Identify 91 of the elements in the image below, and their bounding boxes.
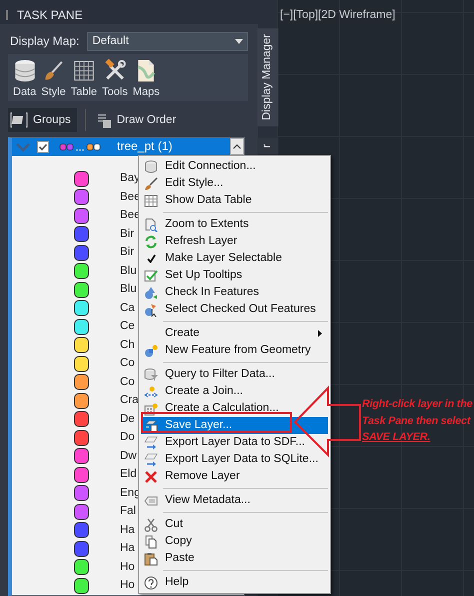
- database-icon: [144, 160, 158, 174]
- submenu-arrow-icon: [318, 330, 322, 337]
- style-label: Do: [120, 430, 135, 446]
- save-layer-icon: [144, 418, 158, 432]
- style-label: Ha: [120, 541, 135, 556]
- calculator-icon: [144, 402, 158, 416]
- zoom-extents-icon: [144, 218, 158, 232]
- export-icon: [144, 436, 158, 450]
- tool-button[interactable]: Tools: [102, 58, 128, 101]
- menu-item[interactable]: Create a Calculation...: [141, 400, 282, 417]
- menu-item[interactable]: Edit Style...: [141, 175, 226, 192]
- view-button[interactable]: Draw Order: [94, 108, 182, 132]
- menu-item[interactable]: Create: [141, 325, 328, 342]
- menu-item[interactable]: Make Layer Selectable: [141, 250, 285, 267]
- caret-up-icon: [233, 144, 241, 148]
- menu-item[interactable]: View Metadata...: [141, 492, 254, 509]
- filter-icon: [144, 368, 158, 382]
- tool-button[interactable]: Style: [41, 58, 66, 101]
- table-icon: [144, 194, 158, 208]
- display-map-dropdown[interactable]: Default: [87, 32, 248, 51]
- style-label: Ch: [120, 338, 135, 353]
- remove-icon: [144, 470, 158, 484]
- style-label: Bir: [120, 245, 134, 260]
- refresh-icon: [144, 234, 158, 248]
- tool-button[interactable]: Data: [13, 58, 36, 101]
- style-label: Co: [120, 356, 135, 372]
- menu-item[interactable]: Export Layer Data to SDF...: [141, 434, 308, 451]
- tools-icon: [104, 58, 126, 82]
- menu-item[interactable]: Set Up Tooltips: [141, 267, 246, 284]
- layer-name: tree_pt (1): [117, 140, 172, 153]
- menu-item[interactable]: Select Checked Out Features: [141, 301, 319, 318]
- menu-item[interactable]: Export Layer Data to SQLite...: [141, 451, 322, 468]
- pane-title: TASK PANE: [17, 7, 83, 24]
- checkbox-icon: [144, 268, 158, 282]
- legend-dots-icon: [59, 142, 103, 152]
- tool-button[interactable]: Maps: [132, 58, 160, 101]
- style-label: Bir: [120, 226, 134, 242]
- side-tab[interactable]: r: [256, 138, 278, 154]
- database-icon: [14, 58, 36, 82]
- table-icon: [72, 58, 95, 82]
- style-label: Fal: [120, 504, 136, 520]
- layer-row[interactable]: tree_pt (1): [12, 138, 244, 156]
- menu-item[interactable]: Refresh Layer: [141, 233, 240, 250]
- brush-icon: [144, 176, 158, 190]
- tool-button[interactable]: Table: [70, 58, 98, 101]
- check-in-icon: [144, 286, 158, 300]
- menu-item[interactable]: Zoom to Extents: [141, 216, 252, 233]
- join-icon: [144, 384, 158, 398]
- style-label: Co: [120, 374, 135, 390]
- menu-item[interactable]: Create a Join...: [141, 383, 246, 400]
- map-icon: [135, 58, 158, 82]
- annotation-note: Right-click layer in the Task Pane then select SAVE LAYER.: [362, 397, 474, 445]
- menu-item[interactable]: Query to Filter Data...: [141, 366, 278, 383]
- style-label: Blu: [120, 264, 137, 279]
- style-label: Ha: [120, 522, 135, 538]
- style-label: Ho: [120, 560, 135, 575]
- style-label: De: [120, 412, 135, 427]
- paste-icon: [144, 552, 158, 566]
- menu-item[interactable]: Show Data Table: [141, 192, 255, 209]
- scissors-icon: [144, 518, 158, 532]
- brush-icon: [42, 58, 64, 82]
- style-label: Ce: [120, 319, 135, 334]
- help-icon: [144, 576, 158, 590]
- new-feature-icon: [144, 344, 158, 358]
- menu-item[interactable]: Copy: [141, 533, 195, 550]
- style-label: Dw: [120, 448, 137, 464]
- checked-out-icon: [144, 302, 158, 316]
- copy-icon: [144, 534, 158, 548]
- view-button[interactable]: Groups: [8, 108, 77, 132]
- tag-icon: [144, 494, 158, 508]
- display-map-label: Display Map:: [10, 33, 80, 50]
- menu-item[interactable]: New Feature from Geometry: [141, 342, 314, 359]
- style-label: Cra: [120, 393, 139, 408]
- menu-item[interactable]: Check In Features: [141, 284, 262, 301]
- style-label: Blu: [120, 282, 137, 298]
- export-icon: [144, 452, 158, 466]
- menu-item[interactable]: Help: [141, 574, 192, 591]
- style-label: Ho: [120, 578, 135, 594]
- grip-icon: [6, 10, 9, 20]
- style-label: Ca: [120, 300, 135, 316]
- menu-item[interactable]: Cut: [141, 516, 186, 533]
- groups-icon: [10, 111, 28, 130]
- scroll-up-button[interactable]: [230, 138, 244, 154]
- visibility-checkbox[interactable]: [37, 140, 49, 152]
- menu-item[interactable]: Paste: [141, 550, 198, 567]
- menu-item[interactable]: Remove Layer: [141, 468, 243, 485]
- caret-icon: [235, 38, 243, 44]
- menu-item[interactable]: Edit Connection...: [141, 158, 259, 175]
- side-tab[interactable]: Display Manager: [256, 28, 278, 126]
- style-label: Eld: [120, 467, 137, 482]
- viewport-label[interactable]: [−][Top][2D Wireframe]: [280, 9, 396, 21]
